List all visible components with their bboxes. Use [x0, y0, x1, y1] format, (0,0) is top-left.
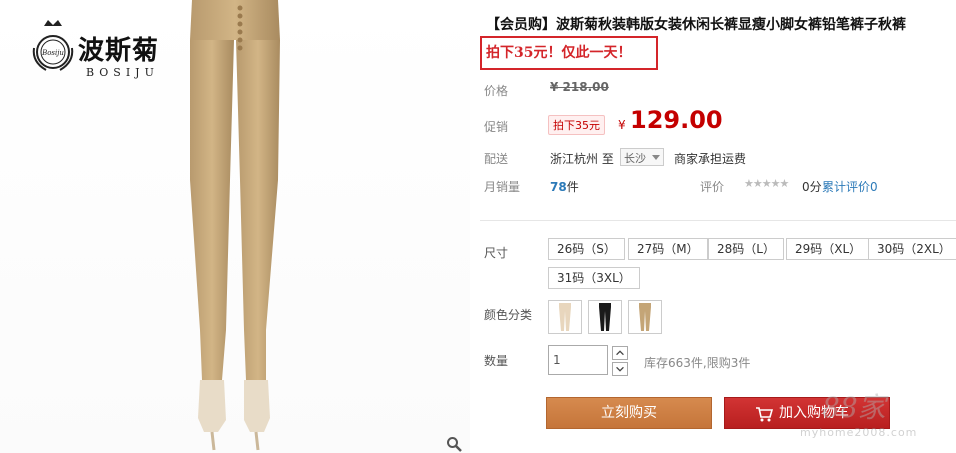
shipping-fee: 商家承担运费	[674, 152, 747, 166]
product-detail-panel: 【会员购】波斯菊秋装韩版女装休闲长裤显瘦小脚女裤铅笔裤子秋裤 拍下35元！仅此一…	[480, 0, 956, 453]
rating-stars: ★★★★★	[744, 177, 789, 190]
review-count-link[interactable]: 累计评价0	[822, 178, 878, 195]
khaki-pants-image	[190, 0, 280, 451]
svg-text:Bosiju: Bosiju	[41, 49, 64, 57]
rating-score: 0分	[802, 180, 822, 194]
shipping-label: 配送	[484, 152, 509, 166]
khaki-pants-thumbnail	[639, 303, 651, 331]
buy-now-button[interactable]: 立刻购买	[546, 397, 712, 429]
promotion-tag: 拍下35元	[548, 115, 605, 135]
color-label: 颜色分类	[484, 308, 533, 322]
rating-label: 评价	[700, 180, 725, 194]
shipping-destination-value: 长沙	[624, 152, 646, 165]
brand-logo: Bosiju 波斯菊 BOSIJU	[28, 18, 178, 88]
brand-name: 波斯菊	[78, 36, 160, 66]
quantity-decrease-icon[interactable]	[612, 362, 628, 376]
promo-note: 拍下35元！仅此一天！	[486, 45, 632, 61]
shipping-from: 浙江杭州 至	[550, 152, 614, 166]
shipping-destination-select[interactable]: 长沙	[620, 148, 664, 166]
size-option[interactable]: 30码（2XL）	[868, 238, 956, 260]
sales-count-number: 78	[550, 180, 567, 194]
brand-subtitle: BOSIJU	[86, 66, 159, 79]
sales-label: 月销量	[484, 180, 521, 194]
size-label: 尺寸	[484, 246, 509, 260]
size-option[interactable]: 27码（M）	[628, 238, 708, 260]
price-label: 价格	[484, 84, 509, 98]
cart-icon	[756, 407, 773, 422]
sales-count-unit: 件	[566, 180, 579, 194]
size-option[interactable]: 29码（XL）	[786, 238, 871, 260]
original-price: ¥ 218.00	[550, 80, 609, 94]
promotion-price: 129.00	[630, 106, 723, 134]
price-currency: ¥	[618, 118, 626, 132]
chevron-down-icon	[652, 155, 660, 160]
size-option[interactable]: 31码（3XL）	[548, 267, 640, 289]
size-option[interactable]: 28码（L）	[708, 238, 784, 260]
brand-seal-icon: Bosiju	[32, 20, 74, 71]
black-pants-thumbnail	[599, 303, 611, 331]
quantity-input[interactable]: 1	[548, 345, 608, 375]
product-image: Bosiju 波斯菊 BOSIJU	[0, 0, 470, 453]
zoom-icon[interactable]	[446, 436, 462, 452]
color-swatch-khaki[interactable]	[628, 300, 662, 334]
size-option[interactable]: 26码（S）	[548, 238, 625, 260]
quantity-increase-icon[interactable]	[612, 346, 628, 360]
promo-highlight-box: 拍下35元！仅此一天！	[480, 36, 658, 70]
product-title: 【会员购】波斯菊秋装韩版女装休闲长裤显瘦小脚女裤铅笔裤子秋裤	[486, 17, 906, 33]
color-swatch-black[interactable]	[588, 300, 622, 334]
sales-count: 78件	[550, 178, 579, 195]
beige-pants-thumbnail	[559, 303, 571, 331]
divider	[480, 220, 956, 221]
promotion-label: 促销	[484, 120, 509, 134]
add-to-cart-label: 加入购物车	[779, 405, 849, 421]
color-swatch-beige[interactable]	[548, 300, 582, 334]
quantity-label: 数量	[484, 354, 509, 368]
stock-info: 库存663件,限购3件	[644, 356, 751, 370]
add-to-cart-button[interactable]: 加入购物车	[724, 397, 890, 429]
